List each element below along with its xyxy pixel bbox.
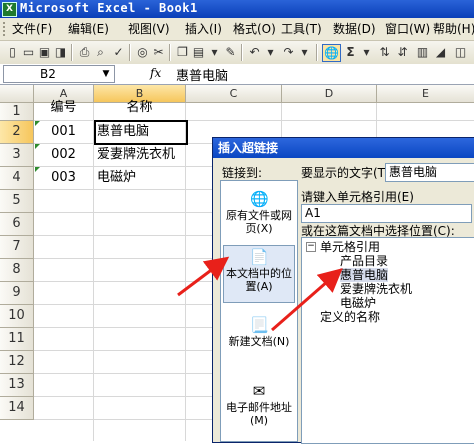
annotation-arrows xyxy=(177,256,343,332)
arrow-to-hp-computer xyxy=(271,268,343,332)
arrow-to-place-in-document xyxy=(177,256,230,297)
